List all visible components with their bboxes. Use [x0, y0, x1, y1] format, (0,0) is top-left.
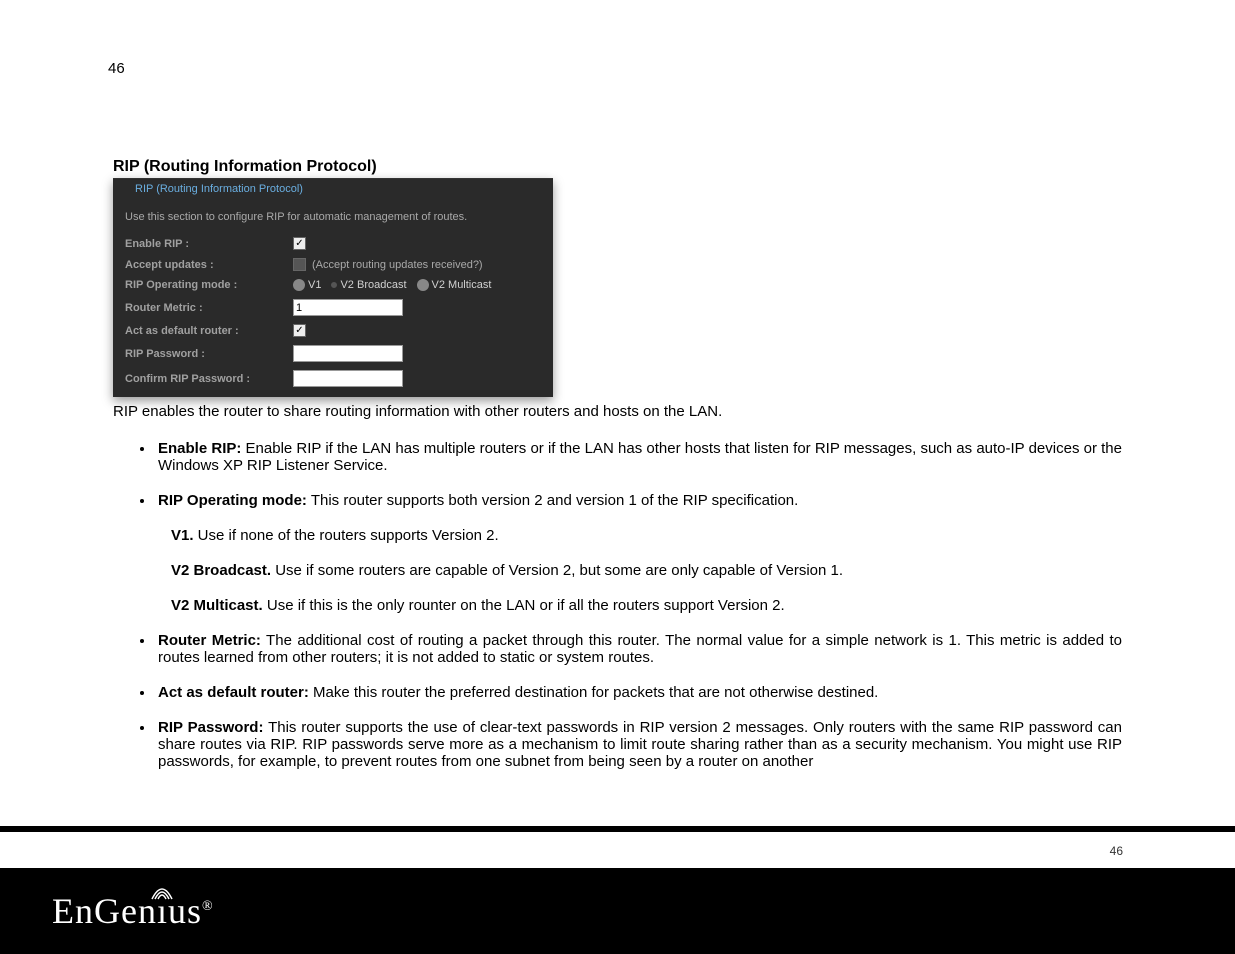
b5-text: This router supports the use of clear-te… [158, 719, 1122, 770]
sub-items: V1. Use if none of the routers supports … [171, 527, 1122, 614]
row-accept-updates: Accept updates : (Accept routing updates… [113, 254, 553, 275]
footer-black: EnGenıus® [0, 868, 1235, 954]
intro-text: RIP enables the router to share routing … [113, 403, 1122, 422]
label-act-default: Act as default router : [125, 325, 293, 337]
input-router-metric[interactable] [293, 299, 403, 316]
b4-label: Act as default router: [158, 684, 309, 701]
radio-v1[interactable] [293, 279, 305, 291]
label-router-metric: Router Metric : [125, 302, 293, 314]
bullet-list: Enable RIP: Enable RIP if the LAN has mu… [155, 440, 1122, 770]
bullet-rip-password: RIP Password: This router supports the u… [155, 719, 1122, 770]
row-rip-password: RIP Password : [113, 341, 553, 366]
sub-v2b-label: V2 Broadcast. [171, 562, 271, 579]
panel-description: Use this section to configure RIP for au… [113, 199, 553, 233]
radio-label-v2m: V2 Multicast [432, 279, 492, 291]
wifi-icon [150, 885, 174, 901]
b1-text: Enable RIP if the LAN has multiple route… [158, 440, 1122, 474]
b5-label: RIP Password: [158, 719, 263, 736]
label-confirm-rip-password: Confirm RIP Password : [125, 373, 293, 385]
label-rip-password: RIP Password : [125, 348, 293, 360]
label-enable-rip: Enable RIP : [125, 238, 293, 250]
sub-v2b: V2 Broadcast. Use if some routers are ca… [171, 562, 1122, 579]
sub-v2b-text: Use if some routers are capable of Versi… [271, 562, 843, 579]
rip-config-panel: RIP (Routing Information Protocol) Use t… [113, 178, 553, 397]
bullet-operating-mode: RIP Operating mode: This router supports… [155, 492, 1122, 614]
checkbox-act-default[interactable]: ✓ [293, 324, 306, 337]
input-confirm-rip-password[interactable] [293, 370, 403, 387]
row-enable-rip: Enable RIP : ✓ [113, 233, 553, 254]
label-accept-updates: Accept updates : [125, 259, 293, 271]
checkbox-accept-updates[interactable] [293, 258, 306, 271]
radio-label-v2b: V2 Broadcast [340, 279, 406, 291]
logo-pre: EnGen [52, 891, 157, 931]
bullet-act-default: Act as default router: Make this router … [155, 684, 1122, 701]
b2-label: RIP Operating mode: [158, 492, 307, 509]
radio-v2-broadcast[interactable] [331, 282, 337, 288]
row-act-default: Act as default router : ✓ [113, 320, 553, 341]
bullet-router-metric: Router Metric: The additional cost of ro… [155, 632, 1122, 666]
radio-label-v1: V1 [308, 279, 321, 291]
b3-label: Router Metric: [158, 632, 261, 649]
b2-text: This router supports both version 2 and … [307, 492, 798, 509]
row-confirm-rip-password: Confirm RIP Password : [113, 366, 553, 397]
sub-v2m-label: V2 Multicast. [171, 597, 263, 614]
radio-v2-multicast[interactable] [417, 279, 429, 291]
sub-v2m-text: Use if this is the only rounter on the L… [263, 597, 785, 614]
bullet-enable-rip: Enable RIP: Enable RIP if the LAN has mu… [155, 440, 1122, 474]
footer: 46 EnGenıus® [0, 826, 1235, 954]
sub-v1: V1. Use if none of the routers supports … [171, 527, 1122, 544]
sub-v2m: V2 Multicast. Use if this is the only ro… [171, 597, 1122, 614]
row-router-metric: Router Metric : [113, 295, 553, 320]
footer-line [0, 826, 1235, 832]
row-operating-mode: RIP Operating mode : V1 V2 Broadcast V2 … [113, 275, 553, 295]
hint-accept-updates: (Accept routing updates received?) [312, 259, 483, 271]
sub-v1-label: V1. [171, 527, 194, 544]
main-content: RIP (Routing Information Protocol) RIP (… [113, 158, 1122, 770]
label-operating-mode: RIP Operating mode : [125, 279, 293, 291]
footer-page-number: 46 [1110, 844, 1123, 858]
sub-v1-text: Use if none of the routers supports Vers… [194, 527, 499, 544]
b3-text: The additional cost of routing a packet … [158, 632, 1122, 666]
b4-text: Make this router the preferred destinati… [309, 684, 878, 701]
b1-label: Enable RIP: [158, 440, 241, 457]
engenius-logo: EnGenıus® [52, 890, 214, 932]
logo-reg: ® [202, 899, 214, 914]
page-number-top: 46 [108, 60, 125, 77]
logo-i: ı [157, 890, 168, 932]
section-heading: RIP (Routing Information Protocol) [113, 158, 1122, 176]
input-rip-password[interactable] [293, 345, 403, 362]
checkbox-enable-rip[interactable]: ✓ [293, 237, 306, 250]
panel-header: RIP (Routing Information Protocol) [113, 179, 553, 199]
